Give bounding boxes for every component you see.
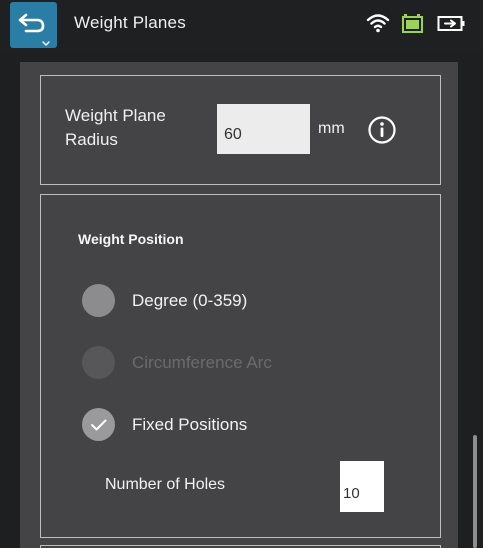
battery-icon — [401, 12, 425, 39]
radius-input[interactable] — [217, 104, 310, 154]
holes-input[interactable] — [340, 461, 384, 512]
settings-panel[interactable]: Weight Plane Radius mm Weight Position D… — [20, 62, 458, 548]
unit-label: mm — [318, 120, 345, 137]
radio-button[interactable] — [82, 408, 115, 441]
back-button[interactable] — [10, 2, 57, 48]
page-title: Weight Planes — [74, 13, 186, 32]
app-screen: Weight Planes Weight Plane Radius 60 mm … — [0, 0, 483, 548]
header-bar: Weight Planes — [0, 0, 483, 50]
option-label: Degree (0-359) — [132, 291, 248, 310]
radius-label: Weight Plane Radius — [65, 106, 166, 149]
scrollbar-thumb[interactable] — [473, 435, 477, 548]
option-label: Fixed Positions — [132, 415, 248, 434]
option-degree[interactable]: Degree (0-359) — [82, 284, 422, 318]
radio-button — [82, 346, 115, 379]
section-title: Weight Position — [78, 231, 184, 247]
radius-card: Weight Plane Radius mm — [40, 75, 441, 185]
back-arrow-icon — [18, 13, 50, 46]
power-plug-battery-icon — [437, 12, 467, 39]
option-fixed-positions[interactable]: Fixed Positions — [82, 408, 422, 442]
option-label: Circumference Arc — [132, 353, 272, 372]
checkmark-icon — [91, 419, 107, 431]
wifi-icon — [366, 12, 390, 39]
info-icon[interactable] — [367, 115, 397, 150]
option-circumference-arc: Circumference Arc — [82, 346, 422, 380]
weight-position-card: Weight Position Degree (0-359) Circumfer… — [40, 194, 441, 538]
holes-label: Number of Holes — [105, 476, 226, 493]
radio-button[interactable] — [82, 284, 115, 317]
